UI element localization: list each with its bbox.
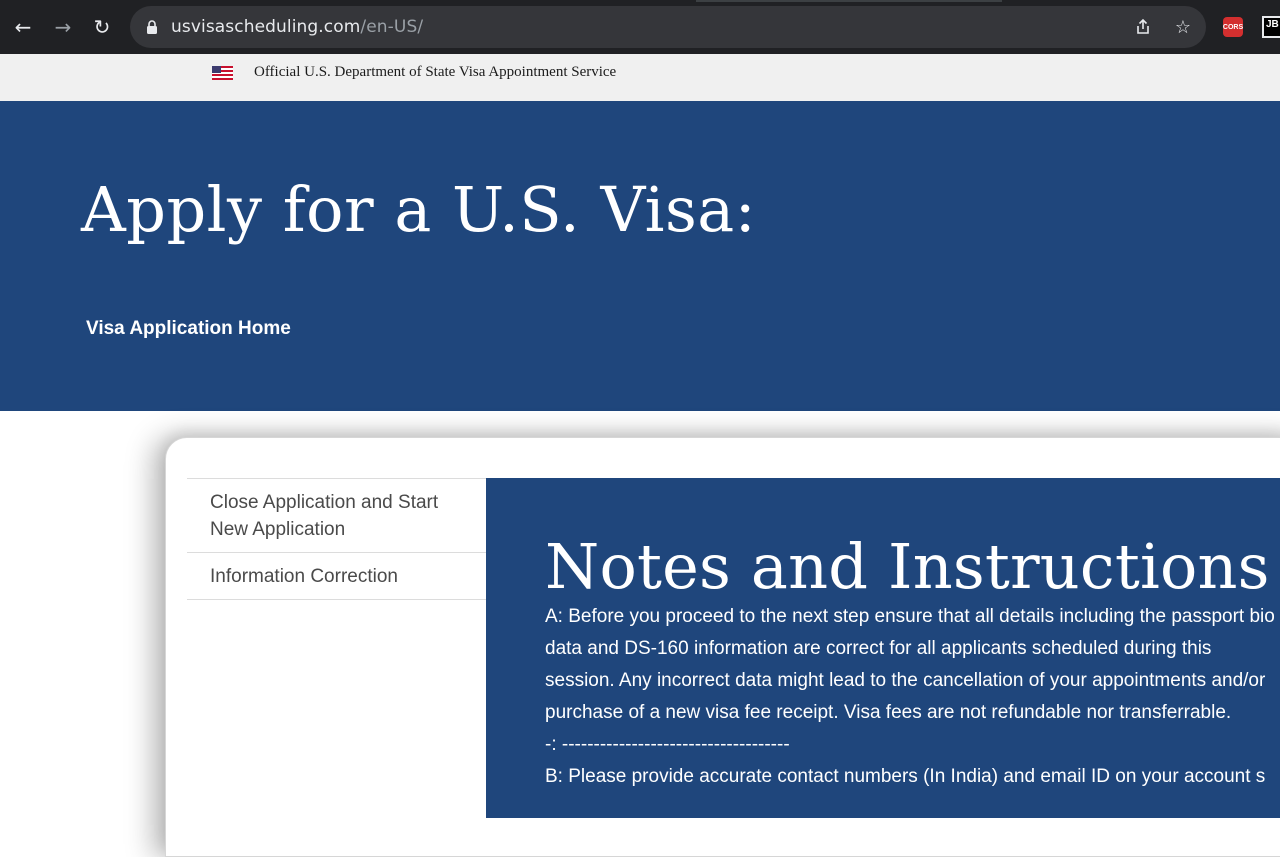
official-gov-banner: Official U.S. Department of State Visa A…: [0, 54, 1280, 101]
gov-banner-text: Official U.S. Department of State Visa A…: [254, 64, 617, 80]
back-arrow-icon[interactable]: ←: [3, 7, 43, 47]
cors-extension-label: CORS: [1222, 23, 1244, 31]
lock-icon[interactable]: [146, 20, 158, 34]
visa-application-home-link[interactable]: Visa Application Home: [86, 318, 291, 340]
side-menu-item-close-application[interactable]: Close Application and Start New Applicat…: [187, 478, 486, 552]
us-flag-icon: [212, 66, 233, 80]
notes-title: Notes and Instructions: [545, 530, 1270, 603]
address-bar[interactable]: usvisascheduling.com/en-US/ ☆: [130, 6, 1206, 48]
url-host: usvisascheduling.com: [171, 17, 361, 37]
reload-icon[interactable]: ↻: [82, 7, 122, 47]
bookmark-star-icon[interactable]: ☆: [1171, 15, 1195, 39]
active-tab-indicator: [696, 0, 1002, 2]
share-icon[interactable]: [1131, 15, 1155, 39]
hero-section: Apply for a U.S. Visa: Visa Application …: [0, 101, 1280, 411]
jb-extension-icon[interactable]: JB: [1262, 16, 1280, 38]
note-paragraph-a: A: Before you proceed to the next step e…: [545, 606, 1275, 723]
side-menu-item-information-correction[interactable]: Information Correction: [187, 552, 486, 600]
notes-body: A: Before you proceed to the next step e…: [545, 601, 1280, 793]
jb-extension-label: JB: [1266, 19, 1279, 30]
forward-arrow-icon[interactable]: →: [43, 7, 83, 47]
browser-toolbar: ← → ↻ usvisascheduling.com/en-US/ ☆ CORS…: [0, 0, 1280, 54]
url-path: /en-US/: [360, 17, 424, 37]
cors-extension-icon[interactable]: CORS: [1223, 17, 1243, 37]
url-text[interactable]: usvisascheduling.com/en-US/: [171, 17, 423, 37]
notes-panel: Notes and Instructions A: Before you pro…: [486, 478, 1280, 818]
note-separator: -: ------------------------------------: [545, 734, 790, 755]
page-title: Apply for a U.S. Visa:: [81, 173, 757, 246]
side-menu: Close Application and Start New Applicat…: [187, 478, 486, 600]
note-paragraph-b: B: Please provide accurate contact numbe…: [545, 766, 1266, 787]
